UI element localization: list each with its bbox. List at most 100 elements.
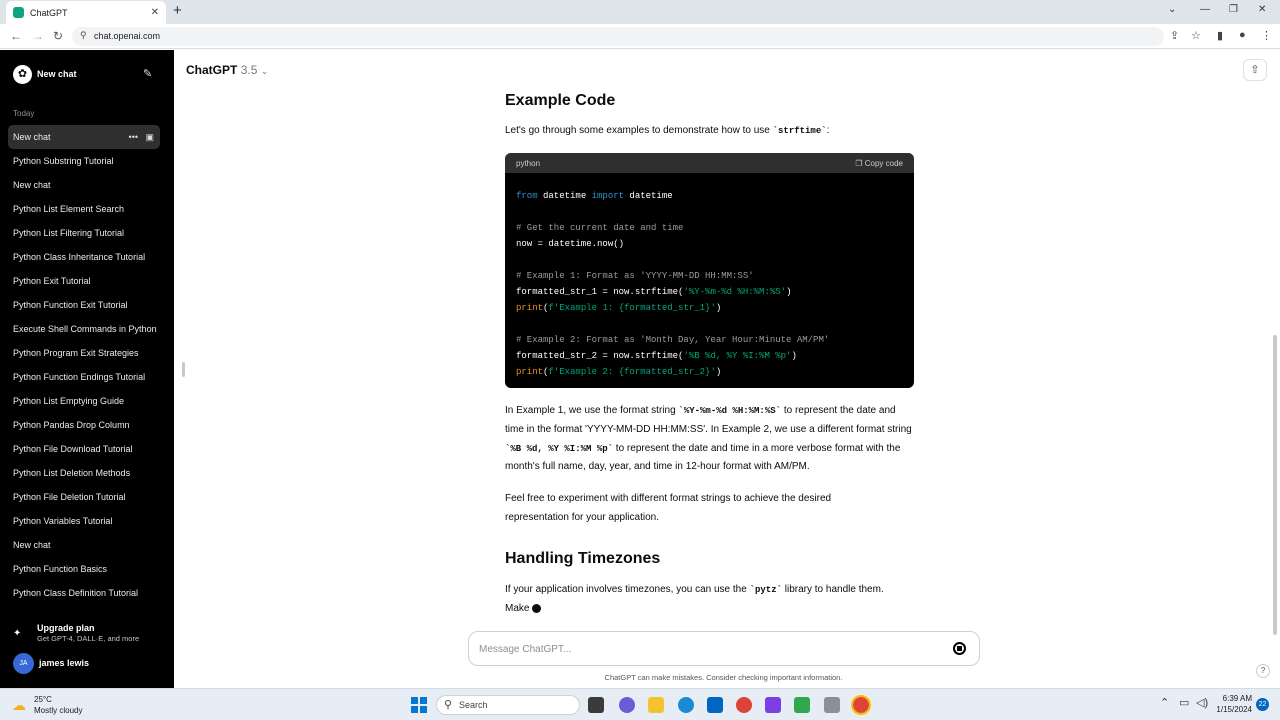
chrome-active-icon[interactable] (851, 695, 871, 715)
share-page-icon[interactable]: ⇪ (1170, 29, 1179, 42)
edge-browser-icon[interactable] (678, 697, 694, 713)
reload-icon[interactable]: ↻ (53, 29, 63, 43)
tab-close-icon[interactable]: ✕ (151, 7, 159, 18)
store-icon[interactable] (707, 697, 723, 713)
sidebar-chat-label: Python File Download Tutorial (13, 444, 133, 454)
task-view-icon[interactable] (588, 697, 604, 713)
sidebar-chat-label: Python List Emptying Guide (13, 396, 125, 406)
minimize-icon[interactable]: — (1200, 4, 1210, 15)
heading-example-code: Example Code (505, 92, 616, 109)
experiment-paragraph: Feel free to experiment with different f… (505, 493, 832, 523)
sidebar-chat-item[interactable]: Python Pandas Drop Column (8, 413, 160, 437)
editor-app-icon[interactable] (794, 697, 810, 713)
sidebar-chat-label: Python Substring Tutorial (13, 156, 114, 166)
sidebar-chat-item[interactable]: Python List Element Search (8, 197, 160, 221)
sidebar-chat-item[interactable]: New chat (8, 173, 160, 197)
sidebar-chat-item[interactable]: Python Function Basics (8, 557, 160, 581)
more-options-icon[interactable]: ••• (129, 125, 138, 149)
sidebar-chat-item[interactable]: Python File Download Tutorial (8, 437, 160, 461)
forward-icon[interactable]: → (32, 29, 44, 43)
sidebar-chat-label: Execute Shell Commands in Python (13, 324, 157, 334)
message-input[interactable] (479, 641, 919, 657)
sidebar-chat-item[interactable]: New chat ••• ▣ (8, 125, 160, 149)
taskbar-search-label: Search (459, 700, 488, 710)
model-selector[interactable]: ChatGPT 3.5 ⌄ (186, 63, 268, 77)
intro-text: Let's go through some examples to demons… (505, 125, 773, 136)
clock-time: 6:39 AM (1222, 694, 1252, 703)
sidebar-chat-item[interactable]: Python File Deletion Tutorial (8, 485, 160, 509)
new-tab-button[interactable]: + (173, 3, 182, 19)
copy-code-button[interactable]: ❐ Copy code (855, 159, 903, 168)
profile-icon[interactable]: ● (1239, 29, 1246, 41)
sidebar-chat-item[interactable]: Execute Shell Commands in Python (8, 317, 160, 341)
system-clock[interactable]: 6:39 AM 1/15/2024 (1214, 693, 1252, 715)
sidebar-chat-item[interactable]: Python Class Definition Tutorial (8, 581, 160, 605)
taskbar-search[interactable]: ⚲ Search (436, 695, 580, 715)
upgrade-subtitle: Get GPT-4, DALL·E, and more (37, 634, 140, 643)
sidebar-chat-item[interactable]: Python List Emptying Guide (8, 389, 160, 413)
sidebar-chat-label: Python Exit Tutorial (13, 276, 91, 286)
weather-temp: 25°C (34, 695, 52, 704)
code-content: from datetime import datetime # Get the … (516, 191, 830, 377)
maximize-icon[interactable]: ❐ (1229, 4, 1238, 15)
side-panel-icon[interactable]: ▮ (1217, 29, 1223, 42)
disclaimer: ChatGPT can make mistakes. Consider chec… (604, 673, 843, 682)
sidebar-chat-label: New chat (13, 132, 51, 142)
sidebar-toggle-handle[interactable] (182, 362, 185, 377)
browser-tab[interactable]: ChatGPT ✕ (6, 1, 166, 24)
sidebar-chat-item[interactable]: Python Function Endings Tutorial (8, 365, 160, 389)
sidebar-chat-item[interactable]: Python List Deletion Methods (8, 461, 160, 485)
windows-start-icon[interactable] (411, 697, 427, 713)
chat-app-icon[interactable] (619, 697, 635, 713)
sidebar-chat-item[interactable]: New chat (8, 533, 160, 557)
para3-text-a: If your application involves timezones, … (505, 584, 750, 595)
scrollbar[interactable] (1273, 335, 1277, 635)
chrome-icon[interactable] (736, 697, 752, 713)
site-info-icon[interactable]: ⚲ (80, 30, 87, 41)
browser-menu-icon[interactable]: ⋮ (1261, 29, 1272, 42)
sidebar-chat-label: Python Program Exit Strategies (13, 348, 139, 358)
sidebar-chat-label: Python Function Exit Tutorial (13, 300, 128, 310)
new-chat-button[interactable]: New chat (37, 69, 77, 79)
openai-logo-icon[interactable]: ✿ (13, 65, 32, 84)
sidebar-chat-item[interactable]: Python List Filtering Tutorial (8, 221, 160, 245)
volume-icon[interactable]: ◁) (1196, 696, 1208, 709)
inline-code: `%Y-%m-%d %H:%M:%S` (678, 406, 782, 416)
archive-icon[interactable]: ▣ (145, 125, 154, 149)
vpn-app-icon[interactable] (765, 697, 781, 713)
screen: ChatGPT ✕ + ⌄ — ❐ ✕ ← → ↻ ⚲ chat.openai.… (0, 0, 1280, 720)
inline-code: `%B %d, %Y %I:%M %p` (505, 443, 614, 454)
explanation-paragraph: In Example 1, we use the format string `… (505, 402, 915, 477)
share-chat-button[interactable]: ⇧ (1243, 59, 1267, 81)
stop-generating-button[interactable] (953, 642, 966, 655)
sparkle-icon: ✦ (13, 628, 22, 639)
sidebar-chat-label: Python Class Inheritance Tutorial (13, 252, 146, 262)
sidebar-chat-item[interactable]: Python Function Exit Tutorial (8, 293, 160, 317)
clipboard-icon: ❐ (855, 159, 863, 168)
bookmark-star-icon[interactable]: ☆ (1191, 29, 1201, 42)
sidebar-chat-label: Python File Deletion Tutorial (13, 492, 126, 502)
network-icon[interactable]: ▭ (1179, 696, 1189, 709)
model-name: ChatGPT (186, 63, 238, 77)
cloud-sun-icon: ☁ (12, 697, 26, 713)
sidebar-chat-item[interactable]: Python Substring Tutorial (8, 149, 160, 173)
sidebar-chat-item[interactable]: Python Program Exit Strategies (8, 341, 160, 365)
notification-badge[interactable]: 22 (1256, 698, 1269, 711)
image-app-icon[interactable] (824, 697, 840, 713)
new-chat-edit-icon[interactable]: ✎ (143, 67, 152, 80)
sidebar-chat-item[interactable]: Python Variables Tutorial (8, 509, 160, 533)
back-icon[interactable]: ← (10, 29, 22, 43)
address-bar[interactable]: ⚲ chat.openai.com (72, 27, 1164, 46)
file-explorer-icon[interactable] (648, 697, 664, 713)
help-button[interactable]: ? (1256, 664, 1270, 678)
close-window-icon[interactable]: ✕ (1258, 4, 1266, 15)
tray-chevron-icon[interactable]: ⌃ (1160, 696, 1169, 709)
para3-text-b: library to handle them. (782, 584, 884, 595)
section-label-today: Today (13, 109, 35, 118)
sidebar-chat-item[interactable]: Python Exit Tutorial (8, 269, 160, 293)
code-block-header: python ❐ Copy code (505, 153, 914, 173)
chat-history-list: New chat ••• ▣ Python Substring Tutorial New… (8, 125, 160, 605)
tab-search-icon[interactable]: ⌄ (1168, 4, 1176, 15)
sidebar-chat-item[interactable]: Python Class Inheritance Tutorial (8, 245, 160, 269)
browser-tab-bar: ChatGPT ✕ + ⌄ — ❐ ✕ (0, 0, 1280, 24)
